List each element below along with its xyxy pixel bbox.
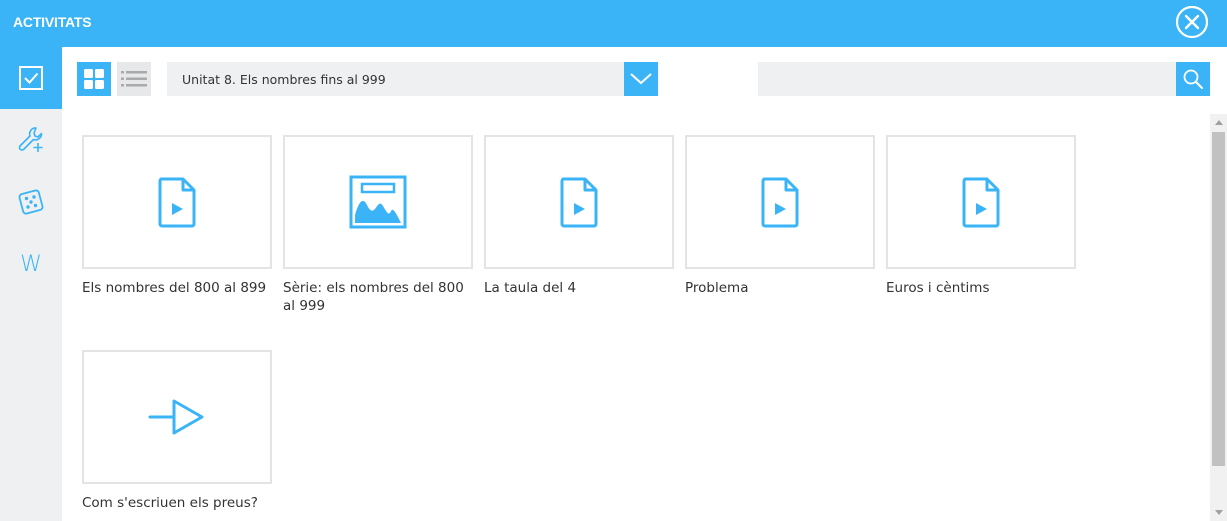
activity-card[interactable]: Sèrie: els nombres del 800 al 999: [283, 135, 473, 315]
scroll-down-button[interactable]: [1210, 505, 1227, 521]
dice-icon: [18, 189, 44, 215]
header-bar: ACTIVITATS: [0, 0, 1227, 47]
activity-thumbnail[interactable]: [82, 135, 272, 269]
search-input[interactable]: [758, 62, 1176, 96]
activity-thumbnail[interactable]: [886, 135, 1076, 269]
sidebar: W: [0, 47, 62, 521]
search-icon: [1183, 69, 1203, 89]
unit-select-toggle[interactable]: [624, 62, 658, 96]
w-letter-icon: W: [20, 251, 42, 277]
document-play-icon: [962, 177, 1000, 228]
activity-card[interactable]: La taula del 4: [484, 135, 674, 297]
activity-card[interactable]: Com s'escriuen els preus?: [82, 350, 272, 512]
unit-select[interactable]: Unitat 8. Els nombres fins al 999: [167, 62, 658, 96]
document-play-icon: [761, 177, 799, 228]
activity-title: Problema: [685, 280, 749, 296]
activity-thumbnail[interactable]: [283, 135, 473, 269]
vertical-scrollbar[interactable]: [1210, 114, 1227, 521]
activity-card[interactable]: Euros i cèntims: [886, 135, 1076, 297]
scroll-down-icon: [1214, 510, 1223, 515]
scroll-up-button[interactable]: [1210, 114, 1227, 130]
wrench-plus-icon: [18, 127, 43, 152]
scrollbar-thumb[interactable]: [1212, 132, 1225, 466]
header-title: ACTIVITATS: [13, 14, 92, 30]
grid-icon: [84, 69, 104, 89]
chevron-down-icon: [630, 73, 652, 85]
unit-select-value: Unitat 8. Els nombres fins al 999: [182, 72, 386, 87]
close-icon: [1175, 5, 1209, 39]
document-play-icon: [158, 177, 196, 228]
activity-card[interactable]: Problema: [685, 135, 875, 297]
sidebar-item-games[interactable]: [0, 171, 62, 233]
sidebar-item-tools[interactable]: [0, 109, 62, 171]
activity-title: La taula del 4: [484, 280, 577, 296]
close-button[interactable]: [1175, 5, 1209, 39]
image-icon: [349, 175, 407, 229]
activity-thumbnail[interactable]: [484, 135, 674, 269]
activity-title: Els nombres del 800 al 899: [82, 280, 267, 296]
list-view-button[interactable]: [117, 62, 151, 96]
activity-thumbnail[interactable]: [685, 135, 875, 269]
activity-title: Sèrie: els nombres del 800 al 999: [283, 280, 464, 314]
activity-title: Com s'escriuen els preus?: [82, 495, 258, 511]
sidebar-item-activities[interactable]: [0, 47, 62, 109]
list-icon: [121, 71, 147, 87]
sidebar-item-words[interactable]: W: [0, 233, 62, 295]
activity-title: Euros i cèntims: [886, 280, 990, 296]
search-button[interactable]: [1176, 62, 1210, 96]
arrow-link-icon: [148, 399, 204, 435]
scroll-up-icon: [1214, 120, 1223, 125]
checkbox-icon: [19, 66, 43, 90]
document-play-icon: [560, 177, 598, 228]
activity-card[interactable]: Els nombres del 800 al 899: [82, 135, 272, 297]
activity-thumbnail[interactable]: [82, 350, 272, 484]
grid-view-button[interactable]: [77, 62, 111, 96]
